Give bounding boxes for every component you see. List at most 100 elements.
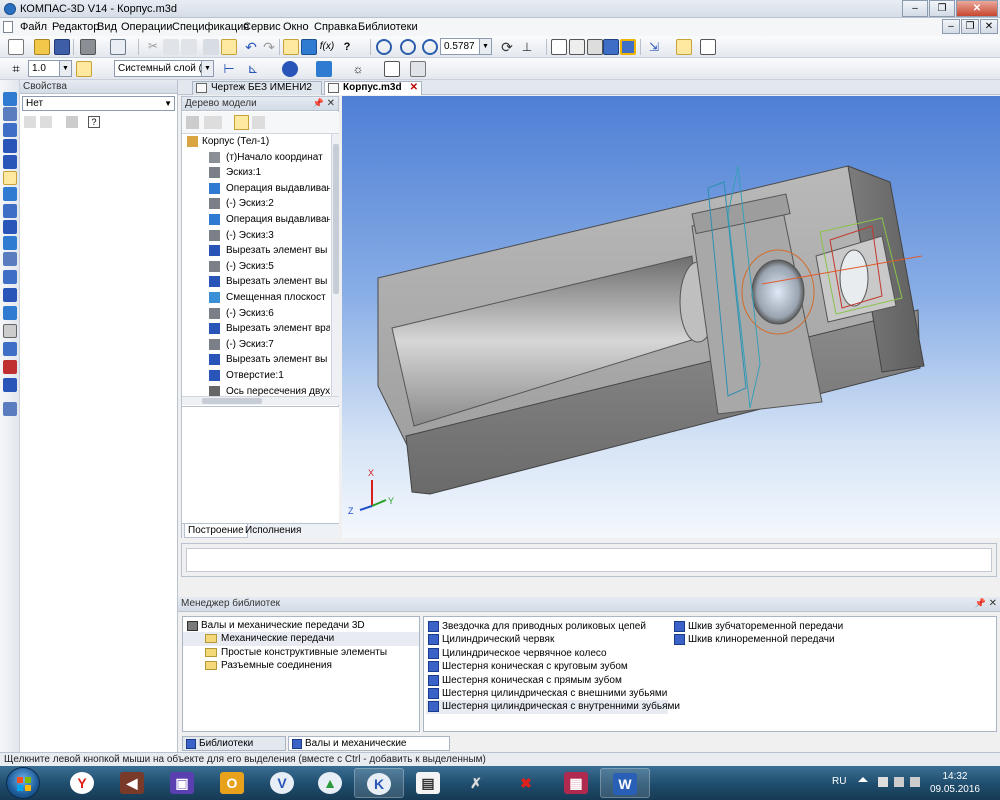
object-properties-icon[interactable] <box>221 39 237 55</box>
menu-libraries[interactable]: Библиотеки <box>358 21 418 33</box>
minimize-button[interactable]: – <box>902 0 928 17</box>
cut-icon[interactable]: ✂ <box>145 39 161 55</box>
grid-icon[interactable] <box>384 61 400 77</box>
library-icon[interactable] <box>3 402 17 416</box>
library-tree-item[interactable]: Механические передачи <box>183 632 419 646</box>
model-tree-item[interactable]: Вырезать элемент вы <box>182 352 330 368</box>
library-tree-item[interactable]: Разъемные соединения <box>183 659 419 672</box>
filters-icon[interactable] <box>676 39 692 55</box>
hidden-lines-icon[interactable] <box>569 39 585 55</box>
material-icon[interactable] <box>316 61 332 77</box>
kompas-app-icon[interactable] <box>4 3 16 15</box>
save-icon[interactable] <box>54 39 70 55</box>
tree-list-icon[interactable] <box>252 116 265 129</box>
surfaces-icon[interactable] <box>3 123 17 137</box>
sheet-metal-icon[interactable] <box>3 204 17 218</box>
help-pointer-icon[interactable]: ? <box>339 39 355 55</box>
maximize-button[interactable]: ❐ <box>929 0 955 17</box>
spatial-curves-icon[interactable] <box>3 107 17 121</box>
aux-geometry-icon[interactable] <box>3 155 17 169</box>
copy-icon[interactable] <box>163 39 179 55</box>
scroll-thumb[interactable] <box>202 398 262 404</box>
model-tree-item[interactable]: (-) Эскиз:6 <box>182 306 330 322</box>
close-icon[interactable]: ✕ <box>989 597 997 610</box>
tree-vertical-scrollbar[interactable] <box>331 134 339 396</box>
designation-icon[interactable] <box>3 324 17 338</box>
taskbar-kompas-3d[interactable]: K <box>354 768 404 798</box>
doc-close-button[interactable]: ✕ <box>980 19 998 34</box>
model-tree-item[interactable]: (-) Эскиз:3 <box>182 228 330 244</box>
library-item[interactable]: Шестерня коническая с прямым зубом <box>426 674 668 687</box>
close-icon[interactable]: ✕ <box>327 97 335 110</box>
arrays-icon[interactable] <box>3 139 17 153</box>
menu-file[interactable]: Файл <box>20 21 47 33</box>
variables-icon[interactable] <box>301 39 317 55</box>
model-tree-item[interactable]: (т)Начало координат <box>182 150 330 166</box>
paste-icon[interactable] <box>181 39 197 55</box>
shaded-icon[interactable] <box>603 39 619 55</box>
tree-toggle-icon[interactable] <box>283 39 299 55</box>
library-item[interactable]: Шестерня коническая с круговым зубом <box>426 660 668 673</box>
properties-selector[interactable]: Нет ▼ <box>22 96 175 111</box>
model-tree-item[interactable]: Эскиз:1 <box>182 165 330 181</box>
menu-edit[interactable]: Редактор <box>52 21 99 33</box>
model-tree-item[interactable]: Корпус (Тел-1) <box>182 134 330 150</box>
print-props-icon[interactable] <box>66 116 78 128</box>
edit-part-icon[interactable] <box>3 92 17 106</box>
tree-structure-icon[interactable] <box>186 116 199 129</box>
sort-icon[interactable] <box>24 116 36 128</box>
taskbar-tool[interactable]: ✗ <box>452 768 502 798</box>
menu-view[interactable]: Вид <box>97 21 117 33</box>
zoom-scale-icon[interactable] <box>422 39 438 55</box>
volume-icon[interactable] <box>910 777 920 787</box>
taskbar-outlook[interactable]: O <box>208 768 258 798</box>
layer-combo[interactable]: Системный слой (0) ▼ <box>114 60 214 77</box>
tree-filter-icon[interactable] <box>234 115 249 130</box>
menu-service[interactable]: Сервис <box>243 21 281 33</box>
taskbar-kompas-graph[interactable]: V <box>258 768 308 798</box>
selection-filter-icon[interactable] <box>3 220 17 234</box>
taskbar-word[interactable]: W <box>600 768 650 798</box>
zoom-window-icon[interactable] <box>376 39 392 55</box>
tree-view-icon[interactable] <box>204 116 222 129</box>
scroll-thumb[interactable] <box>333 144 339 294</box>
library-tree-root[interactable]: Валы и механические передачи 3D <box>183 619 419 632</box>
library-item[interactable]: Звездочка для приводных роликовых цепей <box>426 620 668 633</box>
tab-construction[interactable]: Построение <box>184 524 248 538</box>
diagnostics-icon[interactable] <box>3 187 17 201</box>
orthogonal-mode-icon[interactable] <box>76 61 92 77</box>
doc-minimize-button[interactable]: – <box>942 19 960 34</box>
preview-icon[interactable] <box>110 39 126 55</box>
model-tree-item[interactable]: (-) Эскиз:5 <box>182 259 330 275</box>
library-item[interactable]: Шкив клиноременной передачи <box>672 633 872 646</box>
dimension-icon[interactable] <box>410 61 426 77</box>
model-tree-item[interactable]: (-) Эскиз:7 <box>182 337 330 353</box>
library-item[interactable]: Шестерня цилиндрическая с внешними зубья… <box>426 687 668 700</box>
spec-icon[interactable] <box>3 236 17 250</box>
rotate-icon[interactable]: ⟳ <box>499 39 515 55</box>
library-item[interactable]: Шкив зубчатоременной передачи <box>672 620 872 633</box>
tab-drawing[interactable]: Чертеж БЕЗ ИМЕНИ2 <box>192 81 322 95</box>
taskbar-yandex[interactable]: Y <box>58 768 108 798</box>
close-button[interactable]: ✕ <box>956 0 998 17</box>
model-tree-item[interactable]: Операция выдавливан <box>182 212 330 228</box>
sketch-tools-icon[interactable] <box>3 270 17 284</box>
tab-kompas-libraries[interactable]: Библиотеки КОМПАС <box>182 736 286 763</box>
library-item[interactable]: Цилиндрическое червячное колесо <box>426 647 668 660</box>
zoom-combo[interactable]: 0.5787 ▼ <box>440 38 492 55</box>
color-sphere-icon[interactable] <box>282 61 298 77</box>
geometry-icon[interactable] <box>3 288 17 302</box>
taskbar-save[interactable]: ▣ <box>158 768 208 798</box>
properties-brush-icon[interactable] <box>203 39 219 55</box>
model-tree-item[interactable]: Вырезать элемент вы <box>182 274 330 290</box>
tab-versions[interactable]: Исполнения <box>242 524 304 538</box>
show-hidden-icons-icon[interactable] <box>858 777 868 782</box>
zoom-in-icon[interactable] <box>400 39 416 55</box>
flag-icon[interactable] <box>878 777 888 787</box>
model-tree-item[interactable]: Ось пересечения двух <box>182 384 330 396</box>
library-item[interactable]: Цилиндрический червяк <box>426 633 668 646</box>
tab-close-icon[interactable]: ✕ <box>410 82 418 94</box>
model-3d-view[interactable]: X Y Z <box>342 96 1000 538</box>
tree-horizontal-scrollbar[interactable] <box>182 396 339 405</box>
open-folder-icon[interactable] <box>34 39 50 55</box>
